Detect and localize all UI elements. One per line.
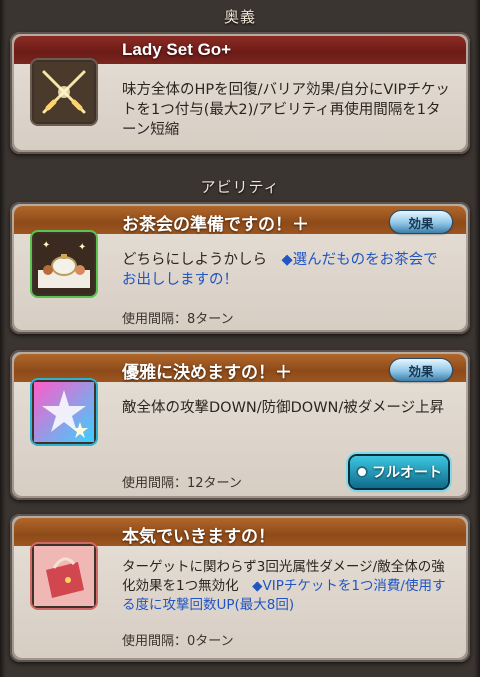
ability-card-2[interactable]: 優雅に決めますの！＋ 効果 敵全体の攻撃DOWN/防御DOWN/被ダメージ上昇 … xyxy=(10,350,470,500)
handbag-icon xyxy=(32,544,96,608)
svg-text:✦: ✦ xyxy=(78,242,86,253)
ougi-description: 味方全体のHPを回復/バリア効果/自分にVIPチケットを1つ付与(最大2)/アビ… xyxy=(122,82,450,138)
ability-1-description-text: どちらにしようかしら xyxy=(122,252,282,268)
ability-3-name: 本気でいきますの！ xyxy=(122,527,275,547)
ougi-card-body: Lady Set Go+ 味方全体のHPを回復/バリア効果/自分にVIPチケット… xyxy=(14,36,466,150)
sparkle-stars-icon xyxy=(32,380,96,444)
ability-3-description: ターゲットに関わらず3回光属性ダメージ/敵全体の強化効果を1つ無効化 ◆VIPチ… xyxy=(122,558,450,615)
ability-2-cooldown: 使用間隔：12ターン xyxy=(122,476,242,491)
section-title-ability: アビリティ xyxy=(200,178,280,196)
ougi-card: Lady Set Go+ 味方全体のHPを回復/バリア効果/自分にVIPチケット… xyxy=(10,32,470,154)
svg-text:✦: ✦ xyxy=(42,240,50,251)
full-auto-label: フルオート xyxy=(372,465,442,481)
ability-2-name: 優雅に決めますの！＋ xyxy=(122,363,292,383)
ability-card-1[interactable]: お茶会の準備ですの！＋ 効果 ✦ ✦ どちらにしようかしら ◆選んだものをお茶会… xyxy=(10,202,470,334)
full-auto-icon xyxy=(356,466,368,478)
ability-1-name: お茶会の準備ですの！＋ xyxy=(122,215,309,235)
crossed-swords-icon xyxy=(32,60,96,124)
ability-card-1-body: お茶会の準備ですの！＋ 効果 ✦ ✦ どちらにしようかしら ◆選んだものをお茶会… xyxy=(14,206,466,330)
ability-card-2-body: 優雅に決めますの！＋ 効果 敵全体の攻撃DOWN/防御DOWN/被ダメージ上昇 … xyxy=(14,354,466,496)
ability-card-3[interactable]: 本気でいきますの！ ターゲットに関わらず3回光属性ダメージ/敵全体の強化効果を1… xyxy=(10,514,470,662)
ability-1-description: どちらにしようかしら ◆選んだものをお茶会でお出ししますの！ xyxy=(122,250,450,290)
ability-1-cooldown: 使用間隔：8ターン xyxy=(122,312,234,327)
ability-2-effect-button[interactable]: 効果 xyxy=(390,359,452,381)
full-auto-button[interactable]: フルオート xyxy=(350,456,448,488)
ability-card-3-body: 本気でいきますの！ ターゲットに関わらず3回光属性ダメージ/敵全体の強化効果を1… xyxy=(14,518,466,658)
ability-2-description: 敵全体の攻撃DOWN/防御DOWN/被ダメージ上昇 xyxy=(122,400,445,416)
ougi-name: Lady Set Go+ xyxy=(122,40,232,59)
section-title-ougi: 奥義 xyxy=(223,8,256,26)
tea-party-icon: ✦ ✦ xyxy=(32,232,96,296)
ability-1-effect-button[interactable]: 効果 xyxy=(390,211,452,233)
ability-3-cooldown: 使用間隔：0ターン xyxy=(122,634,234,649)
